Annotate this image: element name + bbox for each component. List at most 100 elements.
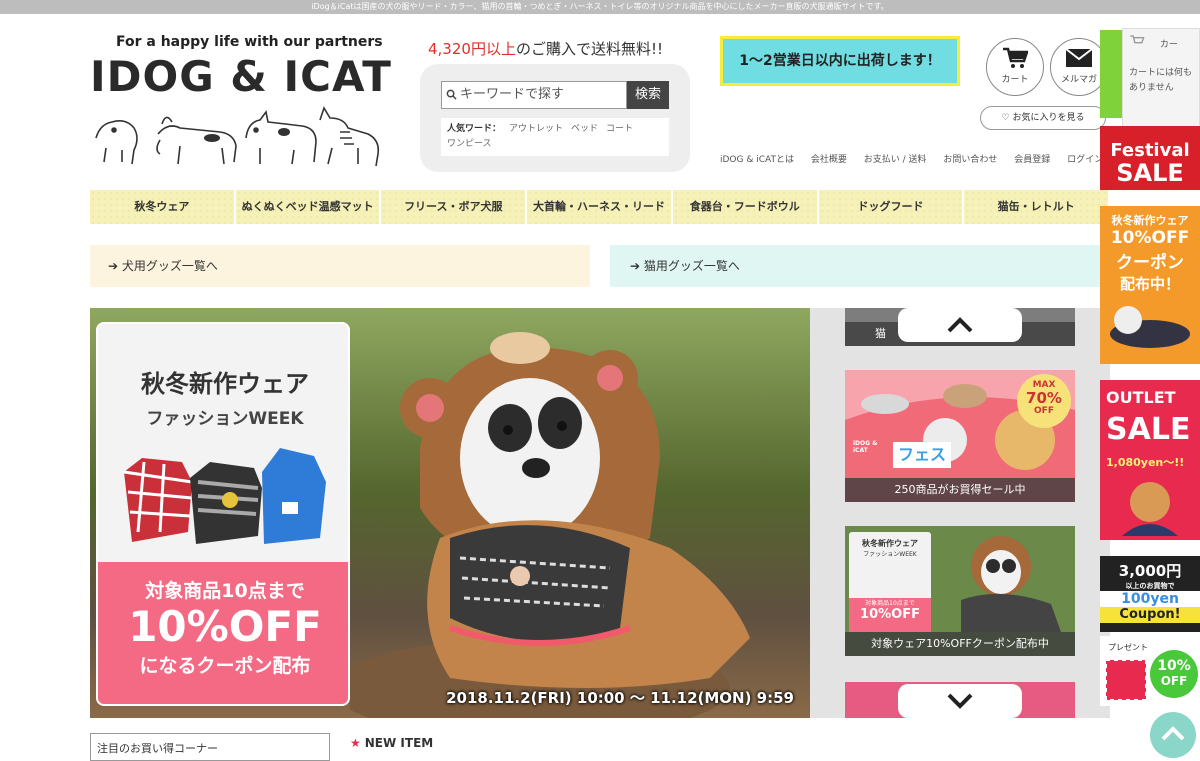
cart-popup-text: カートには何もありません — [1129, 68, 1193, 93]
logo-illustration — [95, 106, 380, 167]
mini-promo-line: 対象商品10点まで — [865, 600, 915, 607]
hero-banner[interactable]: 秋冬新作ウェア ファッションWEEK 対象商品10点まで 10%OFF になるク… — [90, 308, 810, 718]
slider-thumb[interactable]: MAX 70% OFF iDOG & iCAT フェス 250商品がお買得セール… — [845, 370, 1075, 502]
slider-thumb-caption: 250商品がお買得セール中 — [845, 478, 1075, 502]
free-shipping-text: のご購入で送料無料!! — [515, 40, 663, 58]
hero-date-range: 2018.11.2(FRI) 10:00 〜 11.12(MON) 9:59 — [446, 689, 794, 707]
gift-banner[interactable]: プレゼント 10% OFF — [1100, 636, 1200, 706]
cat-goods-label: 猫用グッズ一覧へ — [643, 259, 740, 273]
mini-promo-discount: 10%OFF — [860, 607, 920, 622]
site-logo[interactable]: IDOG & ICAT — [90, 52, 392, 101]
utility-link-about[interactable]: iDOG & iCATとは — [720, 155, 794, 165]
coupon-dog-image — [1110, 306, 1190, 348]
cart-label: カート — [1001, 75, 1029, 85]
outlet-banner-line2: SALE — [1106, 412, 1191, 447]
outlet-banner-line1: OUTLET — [1106, 388, 1176, 407]
category-tab[interactable]: 秋冬ウェア — [90, 190, 234, 224]
popular-word[interactable]: ワンピース — [447, 139, 492, 149]
utility-link-register[interactable]: 会員登録 — [1014, 155, 1050, 165]
cart-icon — [1130, 35, 1145, 44]
dog-goods-label: 犬用グッズ一覧へ — [121, 259, 218, 273]
search-icon — [446, 89, 457, 100]
search-button[interactable]: 検索 — [627, 81, 669, 109]
popular-word[interactable]: アウトレット — [509, 124, 563, 134]
coupon100-line2: 以上のお買物で — [1125, 582, 1175, 590]
favorites-button[interactable]: ♡ お気に入りを見る — [980, 106, 1106, 130]
hero-clothes-illustration — [123, 448, 326, 544]
festival-banner-line2: SALE — [1116, 159, 1184, 187]
arrow-right-icon: ➔ — [630, 259, 644, 273]
coupon-banner-line3: クーポン — [1116, 253, 1184, 273]
mail-icon — [1065, 48, 1093, 67]
newsletter-label: メルマガ — [1060, 75, 1097, 85]
max-off-badge-percent: 70% — [1026, 389, 1062, 407]
hero-promo-card: 秋冬新作ウェア ファッションWEEK 対象商品10点まで 10%OFF になるク… — [96, 322, 350, 706]
festival-label: フェス — [893, 442, 951, 468]
logo-tagline: For a happy life with our partners — [116, 34, 383, 50]
category-nav: 秋冬ウェア ぬくぬくベッド温感マット フリース・ボア犬服 大首輪・ハーネス・リー… — [90, 190, 1109, 224]
hero-subtitle: ファッションWEEK — [146, 409, 304, 429]
free-shipping-amount: 4,320円以上 — [428, 40, 516, 58]
cart-icon — [1003, 47, 1029, 68]
category-tab[interactable]: ぬくぬくベッド温感マット — [235, 190, 380, 224]
hero-coupon-line3: になるクーポン配布 — [139, 655, 311, 677]
popular-keywords: 人気ワード： アウトレット ベッド コート ワンピース — [441, 118, 669, 156]
category-tab[interactable]: 大首輪・ハーネス・リード — [527, 190, 671, 224]
chevron-up-icon — [1161, 726, 1185, 741]
popular-word[interactable]: ベッド — [571, 124, 598, 134]
slider-up-button[interactable] — [898, 308, 1022, 342]
festival-sale-banner[interactable]: Festival SALE — [1100, 126, 1200, 190]
utility-link-login[interactable]: ログイン — [1067, 155, 1103, 165]
category-tab[interactable]: フリース・ボア犬服 — [381, 190, 526, 224]
back-to-top-button[interactable] — [1150, 712, 1196, 758]
outlet-sale-banner[interactable]: OUTLET SALE 1,080yen〜!! — [1100, 380, 1200, 540]
outlet-dog-image — [1122, 482, 1178, 536]
mini-promo-title: 秋冬新作ウェア — [862, 539, 918, 548]
star-icon: ★ — [350, 736, 361, 750]
festival-banner-line1: Festival — [1110, 140, 1190, 161]
gift-discount-off: OFF — [1160, 674, 1188, 688]
search-placeholder: キーワードで探す — [460, 87, 565, 102]
category-tab[interactable]: ドッグフード — [818, 190, 963, 224]
gift-discount-pct: 10% — [1157, 658, 1191, 674]
hero-title: 秋冬新作ウェア — [141, 370, 309, 398]
free-shipping-notice: 4,320円以上のご購入で送料無料!! — [428, 38, 663, 59]
coupon-banner[interactable]: 秋冬新作ウェア 10%OFF クーポン 配布中！ — [1100, 206, 1200, 364]
coupon-banner-line2: 10%OFF — [1110, 228, 1190, 248]
top-notice-bar: iDog＆iCatは国産の犬の服やリード・カラー、猫用の首輪・つめとぎ・ハーネス… — [0, 0, 1200, 14]
cat-goods-link[interactable]: ➔ 猫用グッズ一覧へ — [610, 245, 1100, 287]
mini-promo-card: 秋冬新作ウェア ファッションWEEK 対象商品10点まで 10%OFF — [849, 532, 931, 632]
gift-banner-text: プレゼント — [1108, 643, 1148, 652]
max-off-badge: MAX 70% OFF — [1017, 374, 1071, 428]
popular-word[interactable]: コート — [606, 124, 633, 134]
utility-link-payment[interactable]: お支払い / 送料 — [864, 155, 927, 165]
hero-coupon-line1: 対象商品10点まで — [145, 580, 305, 602]
festival-brand: iDOG & iCAT — [853, 440, 878, 454]
utility-link-company[interactable]: 会社概要 — [811, 155, 847, 165]
popular-label: 人気ワード： — [447, 124, 502, 134]
coupon-banner-line1: 秋冬新作ウェア — [1111, 214, 1189, 227]
shipping-banner[interactable]: 1〜2営業日以内に出荷します！ — [720, 36, 960, 86]
dog-goods-link[interactable]: ➔ 犬用グッズ一覧へ — [90, 245, 590, 287]
slider-down-button[interactable] — [898, 684, 1022, 718]
cart-button[interactable]: カート — [986, 38, 1044, 96]
cart-popup-title: カー — [1159, 40, 1178, 50]
search-panel: キーワードで探す 検索 人気ワード： アウトレット ベッド コート ワンピース — [420, 64, 690, 172]
max-off-badge-off: OFF — [1034, 406, 1054, 416]
utility-links: iDOG & iCATとは 会社概要 お支払い / 送料 お問い合わせ 会員登録… — [720, 152, 1117, 165]
new-item-heading: ★ NEW ITEM — [350, 736, 433, 750]
gift-discount-badge: 10% OFF — [1150, 650, 1198, 698]
coupon-banner-line4: 配布中！ — [1119, 275, 1180, 293]
coupon-100yen-banner[interactable]: 3,000円 以上のお買物で 100yen Coupon! — [1100, 556, 1200, 632]
slider-thumb[interactable]: 秋冬新作ウェア ファッションWEEK 対象商品10点まで 10%OFF 対象ウェ… — [845, 526, 1075, 656]
cart-popup: カー カートには何もありません — [1122, 28, 1200, 128]
slider-thumb-caption: 対象ウェア10%OFFクーポン配布中 — [845, 632, 1075, 656]
category-tab[interactable]: 猫缶・レトルト — [964, 190, 1109, 224]
utility-link-contact[interactable]: お問い合わせ — [943, 155, 997, 165]
coupon100-line4: Coupon! — [1100, 607, 1200, 623]
chevron-up-icon — [947, 317, 973, 333]
coupon100-line1: 3,000円 — [1118, 562, 1182, 580]
search-input[interactable]: キーワードで探す — [441, 81, 627, 109]
arrow-right-icon: ➔ — [108, 259, 122, 273]
category-tab[interactable]: 食器台・フードボウル — [672, 190, 817, 224]
